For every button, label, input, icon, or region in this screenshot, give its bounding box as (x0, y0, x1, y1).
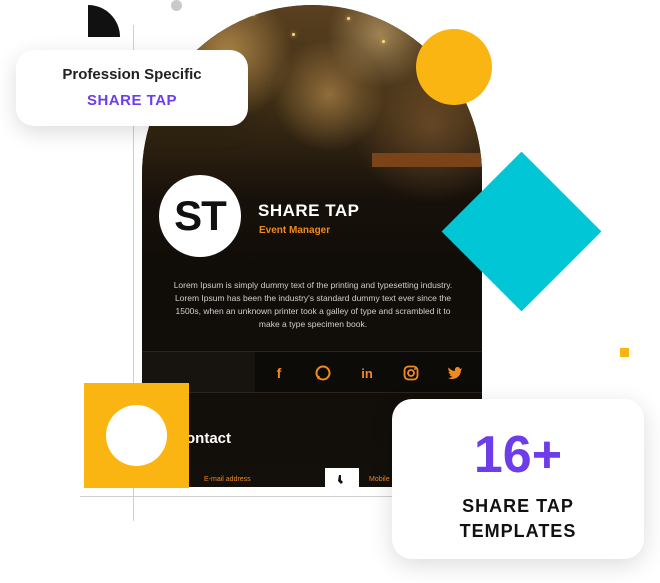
brand-logo: ST (159, 175, 241, 257)
templates-count-badge: 16+ SHARE TAP TEMPLATES (392, 399, 644, 559)
social-links-bar: f in (142, 351, 482, 393)
whatsapp-icon[interactable] (314, 364, 332, 382)
profile-description: Lorem Ipsum is simply dummy text of the … (173, 280, 453, 329)
profile-name: SHARE TAP (258, 201, 360, 220)
templates-label-line2: TEMPLATES (459, 521, 577, 541)
profile-role: Event Manager (259, 225, 331, 236)
email-field-label: E-mail address (204, 476, 251, 483)
contact-section-title: ontact (186, 430, 231, 447)
twitter-icon[interactable] (446, 364, 464, 382)
badge-heading: Profession Specific (62, 66, 202, 83)
guide-line-horizontal (80, 496, 420, 497)
phone-icon (325, 468, 359, 487)
light-sparkle (252, 13, 255, 16)
templates-count: 16+ (473, 426, 563, 484)
linkedin-icon[interactable]: in (358, 364, 376, 382)
light-sparkle (292, 33, 295, 36)
mobile-field-label: Mobile (369, 476, 390, 483)
badge-brand: SHARE TAP (86, 92, 178, 109)
templates-label-line1: SHARE TAP (462, 496, 574, 516)
logo-text: ST (174, 192, 227, 239)
instagram-icon[interactable] (402, 364, 420, 382)
decor-white-circle (106, 405, 167, 466)
light-sparkle (382, 40, 385, 43)
light-sparkle (347, 17, 350, 20)
profession-specific-badge: Profession Specific SHARE TAP (16, 50, 248, 126)
bar-counter (372, 153, 482, 167)
decor-quarter-circle (88, 5, 120, 37)
decor-yellow-circle (416, 29, 492, 105)
facebook-icon[interactable]: f (270, 364, 288, 382)
light-sparkle (202, 25, 205, 28)
decor-small-square (620, 348, 629, 357)
